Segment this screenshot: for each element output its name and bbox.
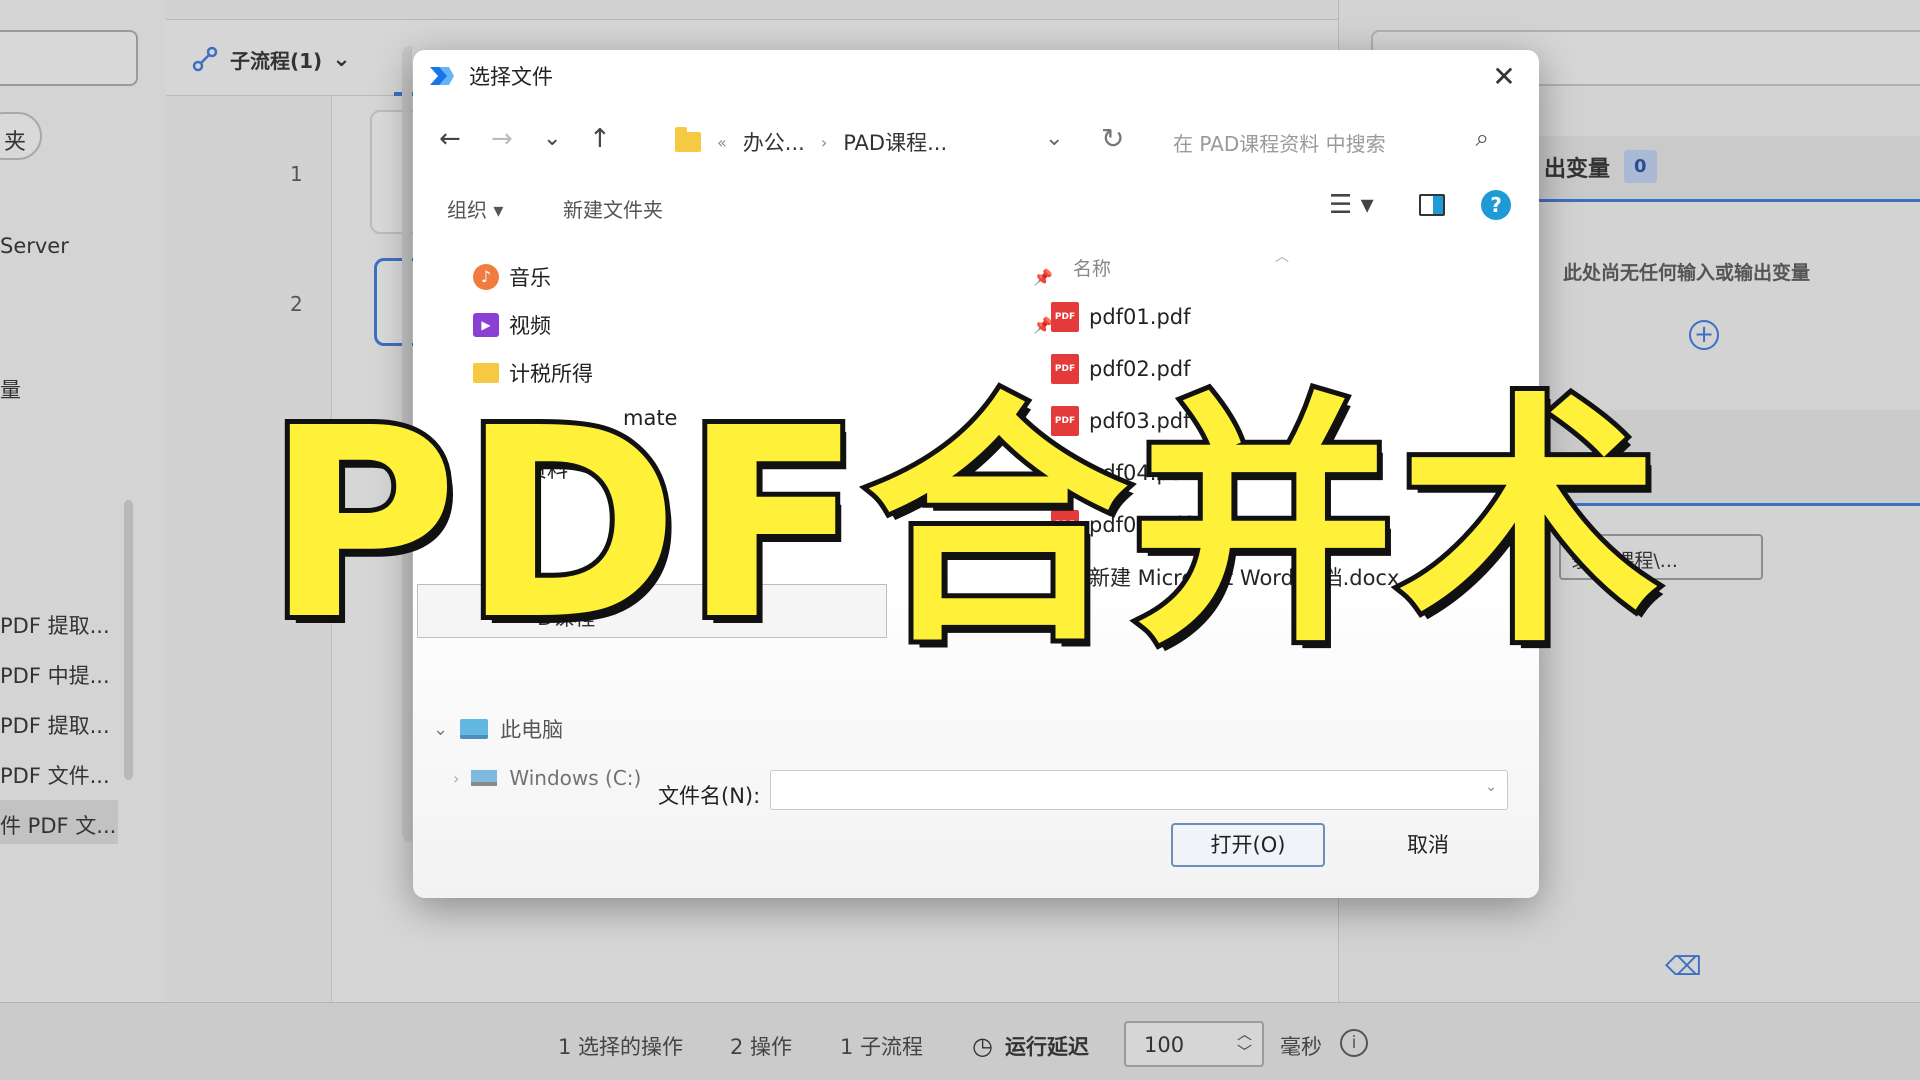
filename-input[interactable]: ⌄ [770, 770, 1508, 810]
cancel-button[interactable]: 取消 [1351, 825, 1505, 865]
sidebar-action-item[interactable]: PDF 提取... [0, 710, 110, 740]
sidebar-scrollbar[interactable] [124, 500, 133, 780]
info-icon[interactable]: i [1340, 1029, 1368, 1057]
sidebar-action-item[interactable]: PDF 文件... [0, 760, 110, 790]
video-icon: ▶ [473, 313, 499, 337]
nav-item-label: 视频 [509, 314, 551, 338]
chevron-down-icon[interactable]: ⌄ [1485, 779, 1497, 795]
computer-icon [460, 719, 489, 739]
dialog-navbar: ← → ⌄ ↑ « 办公... › PAD课程... ⌄ ↻ 在 PAD课程资料… [413, 112, 1539, 170]
sidebar-item-server[interactable]: Server [0, 234, 69, 258]
status-selected-ops: 1 选择的操作 [558, 1035, 684, 1059]
variables-count-badge: 0 [1624, 150, 1657, 183]
filename-label: 文件名(N): [658, 784, 761, 808]
nav-item-video[interactable]: ▶ 视频 📌 [473, 310, 1053, 340]
help-icon[interactable]: ? [1481, 190, 1511, 220]
chevron-down-icon[interactable]: ⌄ [332, 47, 350, 72]
breadcrumb-item[interactable]: PAD课程... [843, 127, 947, 157]
run-delay: ◷ 运行延迟 [972, 1031, 1089, 1061]
breadcrumb-overflow[interactable]: « [717, 133, 727, 152]
tab-label: 子流程(1) [230, 48, 323, 73]
up-icon[interactable]: ↑ [589, 124, 611, 154]
search-input[interactable]: 在 PAD课程资料 中搜索 ⌕ [1159, 118, 1519, 162]
overlay-headline: PDF合并术 [255, 370, 1675, 680]
organize-button[interactable]: 组织 ▾ [447, 194, 503, 223]
clock-icon: ◷ [972, 1032, 993, 1060]
sidebar-action-item[interactable]: PDF 中提... [0, 660, 110, 690]
open-button[interactable]: 打开(O) [1171, 823, 1325, 867]
file-item[interactable]: PDF pdf01.pdf [1051, 302, 1191, 332]
stepper-arrows-icon[interactable]: ︿ ﹀ [1237, 1025, 1252, 1061]
tab-subflows[interactable]: 子流程(1) ⌄ [190, 44, 351, 74]
nav-item-this-pc[interactable]: ⌄ 此电脑 [433, 714, 563, 744]
run-delay-stepper[interactable]: 100 ︿ ﹀ [1124, 1021, 1264, 1067]
actions-search-input[interactable] [0, 30, 138, 86]
subflow-icon [192, 46, 218, 72]
run-delay-value: 100 [1144, 1033, 1185, 1057]
sort-caret-icon: ︿ [1275, 249, 1289, 265]
line-number: 2 [290, 292, 303, 316]
close-icon[interactable]: ✕ [1483, 56, 1525, 98]
status-ops: 2 操作 [730, 1035, 793, 1059]
sidebar-item-truncated[interactable]: 量 [0, 374, 21, 404]
filename-row: 文件名(N): ⌄ [413, 770, 1539, 820]
file-name: pdf01.pdf [1089, 305, 1191, 329]
power-automate-icon [430, 67, 454, 85]
run-delay-label: 运行延迟 [1004, 1035, 1089, 1059]
forward-icon[interactable]: → [491, 124, 513, 154]
new-folder-button[interactable]: 新建文件夹 [563, 194, 663, 223]
sidebar-action-item[interactable]: PDF 提取... [0, 610, 110, 640]
sidebar-action-item-selected[interactable]: 件 PDF 文... [0, 800, 118, 844]
tabs-topbar [166, 0, 1338, 20]
address-dropdown-icon[interactable]: ⌄ [1045, 126, 1063, 151]
view-options-icon[interactable]: ☰ ▾ [1329, 190, 1374, 220]
line-number: 1 [290, 162, 303, 186]
preview-pane-icon[interactable] [1419, 194, 1445, 216]
run-delay-unit: 毫秒 [1280, 1035, 1322, 1059]
nav-item-label: 此电脑 [500, 718, 564, 742]
filter-chip[interactable]: 夹 [0, 112, 42, 160]
pdf-file-icon: PDF [1051, 302, 1079, 332]
variables-empty-text: 此处尚无任何输入或输出变量 [1563, 262, 1811, 284]
column-header-name[interactable]: 名称 [1073, 254, 1111, 281]
recent-locations-icon[interactable]: ⌄ [543, 126, 561, 151]
breadcrumb[interactable]: « 办公... › PAD课程... [675, 122, 947, 162]
breadcrumb-item[interactable]: 办公... [743, 127, 805, 157]
folder-icon [675, 127, 701, 152]
dialog-title: 选择文件 [469, 65, 553, 89]
music-icon: ♪ [473, 264, 499, 290]
actions-sidebar: 夹 Server 量 PDF 提取... PDF 中提... PDF 提取...… [0, 0, 166, 1002]
search-placeholder: 在 PAD课程资料 中搜索 [1173, 132, 1386, 156]
headline-text: PDF合并术 [261, 372, 1665, 677]
status-subflows: 1 子流程 [840, 1035, 924, 1059]
nav-item-music[interactable]: ♪ 音乐 📌 [473, 262, 1053, 292]
refresh-icon[interactable]: ↻ [1101, 122, 1124, 155]
eraser-icon[interactable]: ⌫ [1665, 952, 1702, 982]
variables-title-text: 出变量 [1544, 156, 1611, 182]
nav-item-label: 音乐 [509, 266, 551, 290]
add-variable-icon[interactable]: + [1689, 320, 1719, 350]
variables-title: 出变量 0 [1544, 150, 1657, 183]
dialog-toolbar: 组织 ▾ 新建文件夹 ☰ ▾ ? [413, 184, 1539, 232]
dialog-titlebar: 选择文件 [413, 50, 1539, 102]
status-bar: 1 选择的操作 2 操作 1 子流程 ◷ 运行延迟 100 ︿ ﹀ 毫秒 i [0, 1002, 1920, 1080]
search-icon[interactable]: ⌕ [1476, 124, 1489, 152]
chevron-down-icon[interactable]: ⌄ [433, 719, 448, 740]
back-icon[interactable]: ← [439, 124, 461, 154]
breadcrumb-separator: › [820, 132, 828, 152]
